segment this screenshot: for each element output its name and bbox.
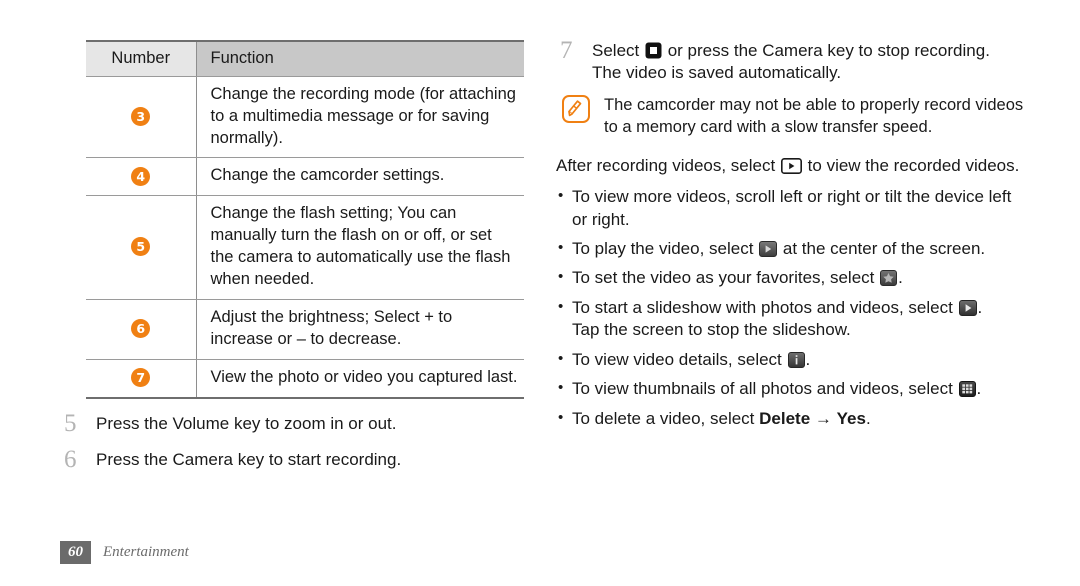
bullet-text: To set the video as your favorites, sele…: [572, 268, 880, 288]
slideshow-play-icon: [958, 299, 977, 316]
step-7-text-before: Select: [592, 41, 644, 60]
table-row: 5 Change the flash setting; You can manu…: [86, 195, 524, 301]
list-item: To view video details, select .: [556, 349, 1026, 371]
bullet-text-after: .: [805, 349, 811, 369]
favorite-star-icon: [880, 270, 898, 287]
list-item: To start a slideshow with photos and vid…: [556, 297, 1026, 342]
left-column: Number Function 3 Change the recording m…: [60, 40, 530, 474]
table-cell-function: Adjust the brightness; Select + to incre…: [196, 299, 524, 360]
function-table: Number Function 3 Change the recording m…: [86, 40, 524, 399]
table-header-function: Function: [196, 41, 524, 77]
table-header-number: Number: [86, 41, 197, 77]
bullet-text-after: .: [898, 268, 903, 288]
bullet-text-after: at the center of the screen.: [778, 239, 986, 259]
manual-page: Number Function 3 Change the recording m…: [0, 0, 1080, 586]
table-cell-function: Change the recording mode (for attaching…: [196, 76, 524, 159]
yes-label: Yes: [836, 408, 866, 428]
step-5: 5 Press the Volume key to zoom in or out…: [60, 409, 530, 437]
number-badge: 4: [131, 166, 151, 186]
table-cell-function: View the photo or video you captured las…: [210, 368, 518, 386]
table-cell-function: Change the flash setting; You can manual…: [196, 195, 524, 301]
bullet-text: To view more videos, scroll left or righ…: [572, 187, 1012, 229]
stop-record-icon: [645, 42, 662, 59]
step-7-line2: The video is saved automatically.: [592, 63, 842, 83]
after-recording-text-before: After recording videos, select: [556, 155, 780, 175]
table-row: 4 Change the camcorder settings.: [86, 157, 524, 197]
table-cell-number: 4: [86, 157, 197, 197]
table-cell-function: Change the camcorder settings.: [196, 157, 524, 197]
bullet-text-after: .: [976, 379, 982, 399]
step-number: 6: [64, 446, 77, 474]
bullet-text-after: .: [977, 297, 983, 317]
thumbnails-grid-icon: [958, 381, 976, 398]
bullet-text: To view thumbnails of all photos and vid…: [572, 379, 958, 399]
number-badge: 6: [131, 319, 151, 339]
table-header-row: Number Function: [86, 41, 524, 77]
step-6: 6 Press the Camera key to start recordin…: [60, 446, 530, 474]
bullet-text-after: .: [865, 408, 871, 428]
bullet-text: To delete a video, select: [572, 408, 755, 428]
page-number: 60: [60, 541, 91, 564]
section-label: Entertainment: [103, 544, 189, 560]
table-row: 3 Change the recording mode (for attachi…: [86, 76, 524, 159]
table-cell-number: 5: [86, 195, 197, 301]
number-badge: 5: [131, 237, 151, 257]
play-button-icon: [759, 241, 778, 258]
page-footer: 60 Entertainment: [60, 541, 189, 564]
bullet-line2: Tap the screen to stop the slideshow.: [572, 320, 851, 340]
table-cell-number: 7: [86, 359, 197, 398]
note-text: The camcorder may not be able to properl…: [604, 96, 1024, 137]
table-cell-number: 3: [86, 76, 197, 159]
note-pen-icon: [562, 95, 590, 124]
number-badge: 3: [131, 106, 151, 126]
right-column: 7 Select or press the Camera key to stop…: [556, 37, 1026, 430]
delete-label: Delete: [759, 408, 811, 428]
arrow-glyph: →: [814, 408, 832, 428]
list-item: To view more videos, scroll left or righ…: [556, 186, 1026, 231]
list-item: To delete a video, select Delete → Yes.: [556, 408, 1026, 430]
step-7-text-after: or press the Camera key to stop recordin…: [662, 41, 990, 60]
table-row: 7 View the photo or video you captured l…: [86, 359, 524, 398]
list-item: To view thumbnails of all photos and vid…: [556, 378, 1026, 400]
bullet-text: To start a slideshow with photos and vid…: [572, 297, 958, 317]
step-text: Press the Camera key to start recording.: [96, 450, 402, 470]
note-callout: The camcorder may not be able to properl…: [556, 94, 1026, 139]
table-row: 6 Adjust the brightness; Select + to inc…: [86, 299, 524, 360]
step-number: 5: [64, 409, 77, 437]
after-recording-paragraph: After recording videos, select to view t…: [556, 155, 1026, 177]
info-icon: [787, 351, 805, 368]
step-text: Select or press the Camera key to stop r…: [592, 40, 1026, 62]
list-item: To set the video as your favorites, sele…: [556, 267, 1026, 289]
table-cell-number: 6: [86, 299, 197, 360]
step-number: 7: [560, 37, 573, 64]
bullet-text: To view video details, select: [572, 349, 787, 369]
step-7: 7 Select or press the Camera key to stop…: [556, 37, 1026, 84]
bullet-list: To view more videos, scroll left or righ…: [556, 186, 1026, 430]
list-item: To play the video, select at the center …: [556, 238, 1026, 260]
play-outline-icon: [780, 157, 802, 174]
step-text: Press the Volume key to zoom in or out.: [96, 413, 397, 433]
number-badge: 7: [131, 368, 151, 388]
bullet-text: To play the video, select: [572, 239, 759, 259]
after-recording-text-after: to view the recorded videos.: [802, 155, 1020, 175]
